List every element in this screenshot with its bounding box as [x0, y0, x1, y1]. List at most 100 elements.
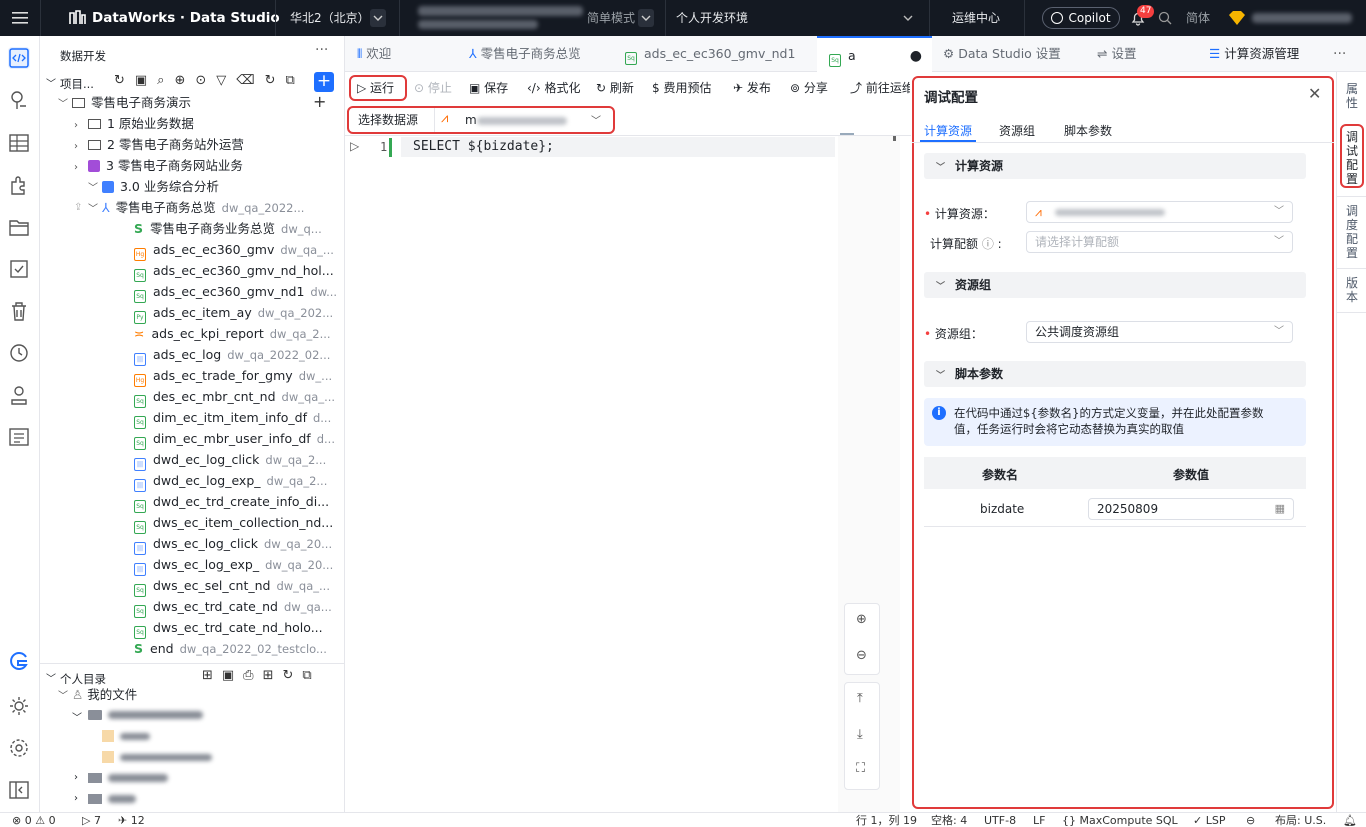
tree-file-item[interactable]: Hg ads_ec_trade_for_gmy dw_... — [134, 365, 332, 387]
dataworks-brand-icon[interactable] — [8, 650, 30, 672]
fit-screen-icon[interactable]: ⛶ — [856, 761, 865, 776]
tree-node[interactable]: ﹀ 3.0 业务综合分析 — [88, 176, 225, 197]
checklist-icon[interactable] — [8, 258, 30, 280]
cost-estimate-button[interactable]: $ 费用预估 — [652, 72, 711, 104]
stop-button[interactable]: ⊙ 停止 — [414, 72, 452, 104]
env-selector[interactable]: 个人开发环境 — [676, 0, 748, 36]
tab-settings[interactable]: ⇌ 设置 — [1097, 36, 1136, 72]
region-chevron-down-icon[interactable] — [370, 9, 386, 27]
blurred-file-name[interactable] — [120, 754, 212, 761]
tree-file-item[interactable]: Sq ads_ec_ec360_gmv_nd1 dw... — [134, 281, 337, 303]
my-files-row[interactable]: ﹀ ♙ 我的文件 — [58, 684, 137, 705]
tree-file-item[interactable]: ≍ ads_ec_kpi_report dw_qa_2... — [134, 323, 331, 344]
tree-file-item[interactable]: ||| dwd_ec_log_exp_ dw_qa_2... — [134, 470, 327, 492]
tree-file-item[interactable]: Sq dim_ec_itm_item_info_df d... — [134, 407, 331, 429]
compute-section-header[interactable]: ﹀ 计算资源 — [924, 153, 1306, 179]
save-button[interactable]: ▣ 保存 — [469, 72, 508, 104]
tree-file-item[interactable]: Sq dws_ec_sel_cnt_nd dw_qa_... — [134, 575, 330, 597]
line-ending[interactable]: LF — [1033, 813, 1045, 827]
cursor-position[interactable]: 行 1，列 19 — [856, 813, 917, 827]
blurred-file-name[interactable] — [120, 733, 150, 740]
rail-version[interactable]: 版本 — [1345, 276, 1359, 304]
more-icon[interactable]: ··· — [315, 42, 328, 58]
problems-indicator[interactable]: ⊗ 0 ⚠ 0 — [12, 813, 56, 827]
rail-properties[interactable]: 属性 — [1345, 82, 1359, 110]
run-line-icon[interactable]: ▷ — [350, 139, 359, 153]
menu-icon[interactable] — [12, 11, 28, 25]
collapse-sidebar-icon[interactable] — [8, 779, 30, 801]
encoding[interactable]: UTF-8 — [984, 813, 1016, 827]
params-section-header[interactable]: ﹀ 脚本参数 — [924, 361, 1306, 387]
copilot-status-icon[interactable]: ⊖ — [1246, 813, 1255, 827]
tree-node[interactable]: › 2 零售电子商务站外运营 — [74, 134, 250, 155]
tree-node[interactable]: ﹀ 零售电子商务演示 — [58, 92, 197, 113]
compute-select[interactable]: ⩘ ﹀ — [1026, 201, 1293, 223]
component-icon[interactable] — [8, 174, 30, 196]
param-value-input[interactable]: 20250809 ▦ — [1088, 498, 1294, 520]
tree-file-item[interactable]: Sq dwd_ec_trd_create_info_di... — [134, 491, 335, 513]
refresh-button[interactable]: ↻ 刷新 — [596, 72, 634, 104]
code-line[interactable]: SELECT ${bizdate}; — [413, 139, 554, 154]
copilot-button[interactable]: Copilot — [1042, 7, 1120, 29]
keyboard-layout[interactable]: 布局: U.S. — [1275, 813, 1326, 827]
settings-gear-icon[interactable] — [8, 737, 30, 759]
code-editor[interactable]: ▷ 1 SELECT ${bizdate}; ⊕ ⊖ ⤒ ⤓ ⛶ — [345, 133, 911, 812]
theme-sun-icon[interactable] — [8, 695, 30, 717]
tree-node[interactable]: › 1 原始业务数据 — [74, 113, 200, 134]
blurred-folder-name[interactable] — [108, 774, 168, 782]
tab-a-active[interactable]: Sq a ● — [817, 36, 932, 72]
tree-file-item[interactable]: Py ads_ec_item_ay dw_qa_202... — [134, 302, 333, 324]
tree-file-item[interactable]: ||| ads_ec_log dw_qa_2022_02... — [134, 344, 330, 366]
help-icon[interactable]: ⓘ — [982, 237, 994, 251]
rg-section-header[interactable]: ﹀ 资源组 — [924, 272, 1306, 298]
history-icon[interactable] — [8, 342, 30, 364]
tree-node[interactable]: › 3 零售电子商务网站业务 — [74, 155, 249, 176]
personal-toolbar-icons[interactable]: ⊞▣⎙⊞↻⧉ — [202, 668, 321, 683]
region-selector[interactable]: 华北2（北京） — [290, 0, 370, 36]
search-icon[interactable] — [1158, 11, 1172, 25]
ops-center-link[interactable]: 运维中心 — [952, 0, 1000, 36]
bell-icon[interactable]: 🔔︎ — [1343, 813, 1357, 827]
rail-schedule-config[interactable]: 调度配置 — [1345, 204, 1359, 260]
blurred-folder-name[interactable] — [108, 711, 203, 719]
folder-icon[interactable] — [8, 216, 30, 238]
user-stamp-icon[interactable] — [8, 384, 30, 406]
send-indicator[interactable]: ✈ 12 — [118, 813, 145, 827]
tree-file-item[interactable]: Sq dws_ec_item_collection_nd... — [134, 512, 339, 534]
goto-ops-button[interactable]: ⤴ 前往运维 — [850, 72, 910, 104]
project-toolbar-icons[interactable]: ↻▣⌕⊕⊙▽⌫↻⧉ — [114, 73, 305, 88]
tree-file-item[interactable]: Hg ads_ec_ec360_gmv dw_qa_... — [134, 239, 334, 261]
tabs-more-icon[interactable]: ··· — [1333, 46, 1346, 62]
forward-indicator[interactable]: ▷ 7 — [82, 813, 101, 827]
tab-studio-settings[interactable]: ⚙ Data Studio 设置 — [943, 36, 1061, 72]
tree-file-item[interactable]: ||| dws_ec_log_exp_ dw_qa_20... — [134, 554, 333, 576]
add-node-icon[interactable]: + — [313, 92, 326, 111]
close-icon[interactable]: ✕ — [1308, 84, 1321, 103]
project-header[interactable]: ﹀ 项目... ↻▣⌕⊕⊙▽⌫↻⧉ + — [44, 72, 340, 94]
lsp-status[interactable]: ✓ LSP — [1193, 813, 1225, 827]
tree-file-item[interactable]: S 零售电子商务业务总览 dw_q... — [134, 218, 322, 239]
tab-ads-gmv-nd1[interactable]: Sq ads_ec_ec360_gmv_nd1 — [625, 36, 795, 72]
lineage-icon[interactable] — [8, 89, 30, 111]
tree-file-item[interactable]: Sq ads_ec_ec360_gmv_nd_hol... — [134, 260, 340, 282]
language-mode[interactable]: {} MaxCompute SQL — [1062, 813, 1178, 827]
language-switch[interactable]: 简体 — [1186, 0, 1210, 36]
tab-welcome[interactable]: ⫴ 欢迎 — [357, 36, 391, 72]
tab-resource-group[interactable]: 资源组 — [999, 122, 1035, 139]
share-button[interactable]: ⊚ 分享 — [790, 72, 828, 104]
format-button[interactable]: ‹/› 格式化 — [527, 72, 580, 104]
publish-button[interactable]: ✈ 发布 — [733, 72, 771, 104]
trash-icon[interactable] — [8, 300, 30, 322]
quota-select[interactable]: 请选择计算配额 ﹀ — [1026, 231, 1293, 253]
zoom-in-icon[interactable]: ⊕ — [856, 612, 867, 627]
indentation[interactable]: 空格: 4 — [931, 813, 967, 827]
scroll-top-icon[interactable]: ⤒ — [857, 691, 863, 706]
tab-compute[interactable]: 计算资源 — [924, 122, 972, 139]
code-dev-icon[interactable] — [8, 47, 30, 69]
tree-file-item[interactable]: ||| dws_ec_log_click dw_qa_20... — [134, 533, 332, 555]
env-chevron-down-icon[interactable] — [902, 12, 914, 24]
zoom-out-icon[interactable]: ⊖ — [856, 648, 867, 663]
tree-file-item[interactable]: Sq dim_ec_mbr_user_info_df d... — [134, 428, 335, 450]
tree-node[interactable]: ⇪ ﹀ ⅄ 零售电子商务总览 dw_qa_2022... — [74, 197, 304, 218]
account-name-blurred[interactable] — [1252, 13, 1352, 23]
